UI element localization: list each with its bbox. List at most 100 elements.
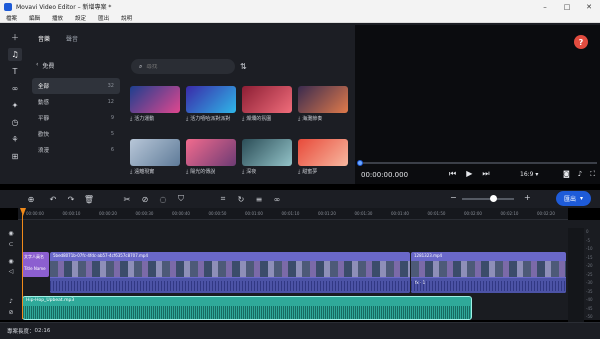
music-card[interactable]: ⤓ 深夜 — [242, 139, 292, 175]
music-thumbnail[interactable] — [242, 86, 292, 113]
aspect-ratio-select[interactable]: 16:9 ▾ — [520, 171, 538, 178]
tab-sounds[interactable]: 聲音 — [66, 34, 78, 43]
zoom-knob[interactable] — [490, 195, 497, 202]
category-item[interactable]: 歡快 5 — [32, 126, 120, 142]
music-thumbnail[interactable] — [298, 86, 348, 113]
music-card[interactable]: ⤓ 海灘節奏 — [298, 86, 348, 122]
video-clip[interactable]: 5bed8071b-07fc-4fdc-ab57-4cf6357c8707.mp… — [50, 252, 410, 293]
music-thumbnail[interactable] — [298, 139, 348, 166]
track-visibility-icon[interactable]: ◉ — [6, 230, 16, 237]
download-icon[interactable]: ⤓ — [130, 116, 132, 122]
crop-icon[interactable]: ⌗ — [214, 190, 232, 208]
music-clip[interactable]: Hip-Hop_Upbeat.mp3 — [22, 296, 472, 320]
marker-icon[interactable]: ◌ — [154, 190, 172, 208]
add-track-icon[interactable]: ⊕ — [22, 190, 40, 208]
music-thumbnail[interactable] — [130, 86, 180, 113]
timeline-ruler[interactable]: 00:00:00 00:00:10 00:00:20 00:00:30 00:00:40… — [18, 208, 568, 220]
music-card[interactable]: ⤓ 燦爛的氛圍 — [242, 86, 292, 122]
zoom-track[interactable] — [462, 198, 514, 200]
preview-progress-track[interactable] — [359, 162, 597, 164]
preview-progress-knob[interactable] — [357, 160, 363, 166]
zoom-in-icon[interactable]: + — [524, 193, 531, 202]
meter-scale-label: -15 — [586, 254, 593, 260]
magic-icon[interactable]: ✦ — [8, 99, 22, 112]
delete-icon[interactable]: 🗑 — [80, 190, 98, 208]
minimize-button[interactable]: – — [534, 0, 556, 13]
category-item[interactable]: 平靜 9 — [32, 110, 120, 126]
fullscreen-icon[interactable]: ⛶ — [590, 170, 595, 179]
music-card-label: ⤓ 活力嘻哈派對派對 — [186, 116, 236, 122]
filter-icon[interactable]: ⚘ — [8, 133, 22, 146]
download-icon[interactable]: ⤓ — [242, 169, 244, 175]
category-item[interactable]: 動感 12 — [32, 94, 120, 110]
music-icon[interactable]: ♫ — [8, 48, 22, 61]
menu-help[interactable]: 說明 — [115, 14, 138, 22]
music-card[interactable]: ⤓ 活力運動 — [130, 86, 180, 122]
shield-icon[interactable]: ⛉ — [172, 190, 190, 208]
menu-export[interactable]: 匯出 — [92, 14, 115, 22]
download-icon[interactable]: ⤓ — [130, 169, 132, 175]
clock-icon[interactable]: ◷ — [8, 116, 22, 129]
download-icon[interactable]: ⤓ — [186, 169, 188, 175]
menu-file[interactable]: 檔案 — [0, 14, 23, 22]
category-item[interactable]: 浪漫 6 — [32, 142, 120, 158]
title-clip[interactable]: 文字人員名 Title Name — [22, 252, 49, 277]
close-button[interactable]: ✕ — [578, 0, 600, 13]
help-icon[interactable]: ? — [574, 35, 588, 49]
menu-settings[interactable]: 設定 — [69, 14, 92, 22]
volume-icon[interactable]: ♪ — [578, 170, 582, 179]
download-icon[interactable]: ⤓ — [186, 116, 188, 122]
split-icon[interactable]: ⊘ — [136, 190, 154, 208]
snapshot-icon[interactable]: ◙ — [563, 170, 570, 179]
export-button[interactable]: 匯出 ▾ — [556, 191, 591, 206]
music-thumbnail[interactable] — [186, 139, 236, 166]
more-tools-icon[interactable]: ⊞ — [8, 150, 22, 163]
zoom-out-icon[interactable]: − — [450, 193, 457, 202]
music-lock-icon[interactable]: ⊘ — [6, 309, 16, 316]
menu-edit[interactable]: 編輯 — [23, 14, 46, 22]
chevron-down-icon: ▾ — [580, 195, 584, 202]
maximize-button[interactable]: □ — [556, 0, 578, 13]
meter-scale-label: -40 — [586, 297, 593, 302]
plus-icon[interactable]: ＋ — [8, 31, 22, 44]
music-card[interactable]: ⤓ 甜蜜夢 — [298, 139, 348, 175]
download-icon[interactable]: ⤓ — [298, 169, 300, 175]
download-icon[interactable]: ⤓ — [242, 116, 244, 122]
redo-icon[interactable]: ↷ — [62, 190, 80, 208]
music-card[interactable]: ⤓ 陽光的傳說 — [186, 139, 236, 175]
play-icon[interactable]: ▶ — [466, 169, 472, 179]
back-link[interactable]: ‹ 免費 — [36, 61, 54, 70]
video-clip[interactable]: 1281323.mp4 fx · 1 — [411, 252, 566, 293]
search-input[interactable] — [146, 63, 227, 70]
music-title: 深夜 — [246, 169, 257, 175]
music-thumbnail[interactable] — [186, 86, 236, 113]
music-thumbnail[interactable] — [130, 139, 180, 166]
track-eye-icon[interactable]: ◉ — [6, 258, 16, 265]
tab-music[interactable]: 音樂 — [38, 34, 50, 43]
transport-controls: ⏮ ▶ ⏭ — [449, 169, 490, 179]
zoom-slider[interactable]: − + — [448, 193, 538, 202]
download-icon[interactable]: ⤓ — [298, 116, 300, 122]
menu-play[interactable]: 播放 — [46, 14, 69, 22]
cut-icon[interactable]: ✂ — [118, 190, 136, 208]
link-icon[interactable]: ∞ — [268, 190, 286, 208]
meter-scale-label: 0 — [586, 229, 589, 234]
music-card[interactable]: ⤓ 遠離現實 — [130, 139, 180, 175]
track-link-icon[interactable]: ⊂ — [6, 241, 16, 248]
text-icon[interactable]: T — [8, 65, 22, 78]
music-thumbnail[interactable] — [242, 139, 292, 166]
undo-icon[interactable]: ↶ — [44, 190, 62, 208]
category-item[interactable]: 全部 32 — [32, 78, 120, 94]
skip-forward-icon[interactable]: ⏭ — [482, 169, 489, 179]
music-title: 甜蜜夢 — [302, 169, 318, 175]
fx-badge[interactable]: fx · 1 — [415, 280, 425, 285]
music-track-icon[interactable]: ♪ — [6, 298, 16, 305]
sort-icon[interactable]: ⇅ — [240, 62, 247, 71]
transition-icon[interactable]: ∞ — [8, 82, 22, 95]
adjust-icon[interactable]: ≡ — [250, 190, 268, 208]
rotate-icon[interactable]: ↻ — [232, 190, 250, 208]
app-logo — [4, 2, 12, 11]
skip-back-icon[interactable]: ⏮ — [449, 169, 456, 179]
track-mute-icon[interactable]: ◁ — [6, 268, 16, 275]
music-card[interactable]: ⤓ 活力嘻哈派對派對 — [186, 86, 236, 122]
